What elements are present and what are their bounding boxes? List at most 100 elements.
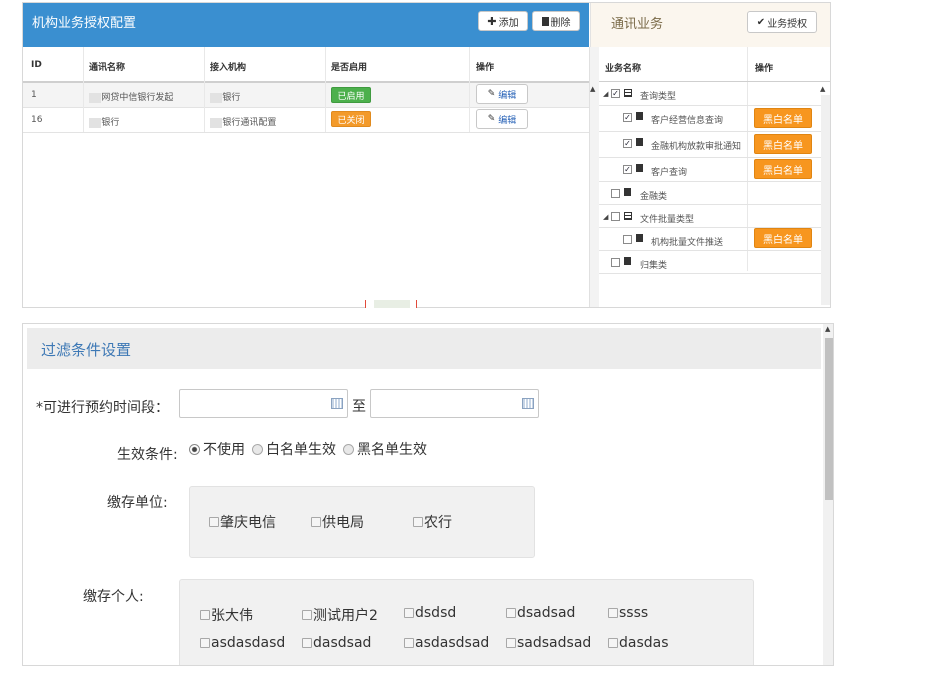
filter-header: 过滤条件设置 bbox=[27, 328, 821, 369]
blackwhite-list-button[interactable]: 黑白名单 bbox=[754, 228, 812, 248]
redacted-text: XX bbox=[89, 93, 102, 103]
blackwhite-list-button[interactable]: 黑白名单 bbox=[754, 134, 812, 154]
redacted-text: XX bbox=[210, 118, 223, 128]
tree-checkbox[interactable]: ✓ bbox=[623, 113, 632, 122]
auth-config-header: 机构业务授权配置 ✚ 添加 删除 bbox=[23, 3, 589, 47]
business-tree-table: 业务名称 操作 ▲ ◢ ✓ 查询类型 ✓ 客户经营信息查询 黑白名单 ✓ 金融机… bbox=[599, 47, 830, 307]
radio-whitelist-label: 白名单生效 bbox=[266, 442, 336, 458]
tree-label: 文件批量类型 bbox=[640, 215, 695, 225]
tree-row[interactable]: 金融类 bbox=[599, 182, 829, 205]
checkbox[interactable] bbox=[608, 608, 618, 618]
divider bbox=[469, 47, 470, 132]
tree-label: 金融机构放款审批通知 bbox=[651, 142, 742, 152]
end-date-input[interactable] bbox=[370, 389, 539, 418]
expand-icon[interactable]: ◢ bbox=[603, 213, 608, 221]
person-checkbox[interactable]: dasdsad bbox=[302, 635, 371, 651]
calendar-icon[interactable] bbox=[522, 398, 534, 409]
unit-checkbox[interactable]: 农行 bbox=[413, 512, 452, 532]
tree-row[interactable]: 归集类 bbox=[599, 251, 829, 274]
divider bbox=[599, 273, 821, 274]
checkbox[interactable] bbox=[200, 638, 210, 648]
blackwhite-list-button[interactable]: 黑白名单 bbox=[754, 159, 812, 179]
person-checkbox[interactable]: 测试用户2 bbox=[302, 605, 378, 625]
checkbox[interactable] bbox=[506, 638, 516, 648]
checkbox[interactable] bbox=[608, 638, 618, 648]
person-checkbox[interactable]: asdasdsad bbox=[404, 635, 489, 651]
tree-checkbox[interactable]: ✓ bbox=[611, 89, 620, 98]
loading-indicator bbox=[365, 300, 417, 308]
person-checkbox-group: 张大伟 测试用户2 dsdsd dsadsad ssss asdasdasd d… bbox=[179, 579, 754, 665]
divider bbox=[23, 132, 589, 133]
person-checkbox[interactable]: dasdas bbox=[608, 635, 669, 651]
tree-checkbox[interactable] bbox=[611, 212, 620, 221]
col-header-business-name: 业务名称 bbox=[605, 64, 642, 74]
folder-icon bbox=[624, 212, 632, 220]
tree-checkbox[interactable] bbox=[611, 258, 620, 267]
unit-checkbox-group: 肇庆电信 供电局 农行 bbox=[189, 486, 535, 558]
document-icon bbox=[636, 164, 643, 172]
radio-whitelist[interactable] bbox=[252, 443, 263, 455]
divider bbox=[83, 47, 84, 132]
checkbox[interactable] bbox=[413, 517, 423, 527]
cell-org: XX银行通讯配置 bbox=[210, 115, 276, 128]
cell-name: XX网贷中信银行发起 bbox=[89, 90, 173, 103]
checkbox[interactable] bbox=[311, 517, 321, 527]
checkbox[interactable] bbox=[506, 608, 516, 618]
radio-not-use[interactable] bbox=[189, 443, 200, 455]
tree-checkbox[interactable]: ✓ bbox=[623, 165, 632, 174]
tree-checkbox[interactable] bbox=[611, 189, 620, 198]
scroll-up-icon[interactable]: ▲ bbox=[590, 85, 595, 93]
blackwhite-list-button[interactable]: 黑白名单 bbox=[754, 108, 812, 128]
delete-button[interactable]: 删除 bbox=[532, 11, 580, 31]
tree-label: 客户查询 bbox=[651, 168, 688, 178]
start-date-input[interactable] bbox=[179, 389, 348, 418]
filter-title: 过滤条件设置 bbox=[41, 341, 132, 359]
time-range-label: *可进行预约时间段： bbox=[36, 400, 169, 416]
unit-checkbox[interactable]: 供电局 bbox=[311, 512, 364, 532]
checkbox[interactable] bbox=[200, 610, 210, 620]
plus-icon: ✚ bbox=[487, 14, 497, 28]
tree-checkbox[interactable] bbox=[623, 235, 632, 244]
business-auth-panel: 机构业务授权配置 ✚ 添加 删除 通讯业务 ✔ 业务授权 ID 通讯名称 接入机… bbox=[22, 2, 831, 308]
calendar-icon[interactable] bbox=[331, 398, 343, 409]
redacted-text: XX bbox=[89, 118, 102, 128]
checkbox[interactable] bbox=[209, 517, 219, 527]
unit-checkbox[interactable]: 肇庆电信 bbox=[209, 512, 276, 532]
document-icon bbox=[636, 112, 643, 120]
checkbox[interactable] bbox=[404, 638, 414, 648]
tree-row[interactable]: ◢ ✓ 查询类型 bbox=[599, 82, 829, 105]
edit-button[interactable]: ✎ 编辑 bbox=[476, 84, 528, 104]
person-checkbox[interactable]: ssss bbox=[608, 605, 648, 621]
business-auth-button[interactable]: ✔ 业务授权 bbox=[747, 11, 817, 33]
checkbox[interactable] bbox=[404, 608, 414, 618]
scrollbar[interactable]: ▲ bbox=[823, 324, 833, 665]
tree-checkbox[interactable]: ✓ bbox=[623, 139, 632, 148]
comm-business-title: 通讯业务 bbox=[611, 17, 664, 32]
checkbox[interactable] bbox=[302, 638, 312, 648]
person-checkbox[interactable]: 张大伟 bbox=[200, 605, 253, 625]
person-checkbox[interactable]: dsadsad bbox=[506, 605, 575, 621]
delete-button-label: 删除 bbox=[550, 17, 571, 29]
add-button-label: 添加 bbox=[498, 17, 519, 29]
col-header-business-action: 操作 bbox=[755, 64, 774, 74]
col-header-name: 通讯名称 bbox=[89, 63, 126, 73]
effect-radio-group: 不使用 白名单生效 黑名单生效 bbox=[189, 439, 427, 459]
cell-name: XX银行 bbox=[89, 115, 119, 128]
person-checkbox[interactable]: sadsadsad bbox=[506, 635, 591, 651]
scrollbar-thumb[interactable] bbox=[825, 338, 833, 500]
tree-label: 查询类型 bbox=[640, 92, 677, 102]
pencil-icon: ✎ bbox=[487, 114, 496, 124]
document-icon bbox=[636, 138, 643, 146]
person-checkbox[interactable]: asdasdasd bbox=[200, 635, 285, 651]
edit-button[interactable]: ✎ 编辑 bbox=[476, 109, 528, 129]
person-checkbox[interactable]: dsdsd bbox=[404, 605, 456, 621]
radio-blacklist[interactable] bbox=[343, 443, 354, 455]
col-header-action: 操作 bbox=[476, 63, 495, 73]
tree-row[interactable]: ◢ 文件批量类型 bbox=[599, 205, 829, 228]
expand-icon[interactable]: ◢ bbox=[603, 90, 608, 98]
divider bbox=[325, 47, 326, 132]
add-button[interactable]: ✚ 添加 bbox=[478, 11, 528, 31]
checkbox[interactable] bbox=[302, 610, 312, 620]
scroll-up-icon[interactable]: ▲ bbox=[825, 325, 830, 333]
tree-label: 客户经营信息查询 bbox=[651, 116, 724, 126]
